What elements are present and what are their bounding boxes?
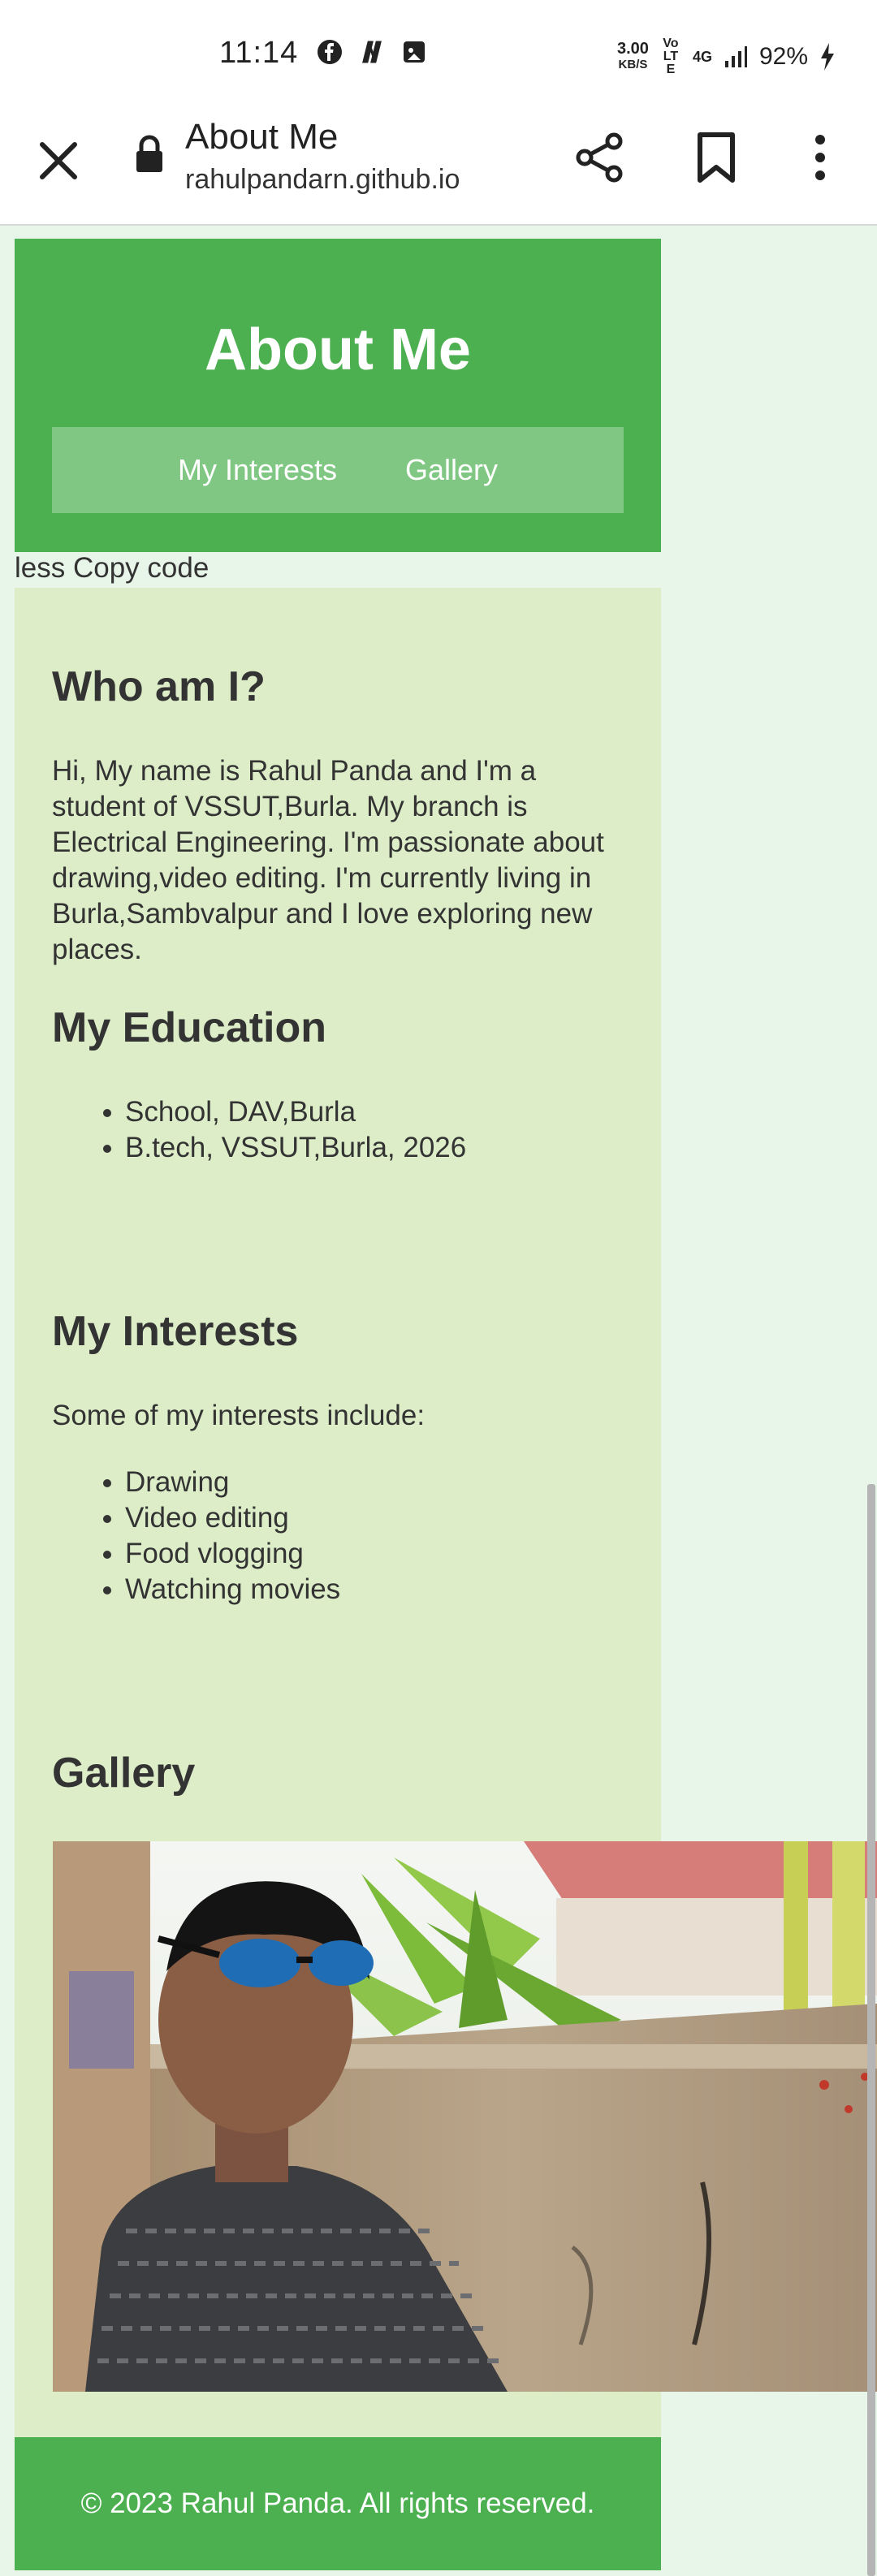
list-item: Drawing (125, 1465, 340, 1500)
nav-link-my-interests[interactable]: My Interests (178, 453, 337, 487)
gallery-heading: Gallery (52, 1750, 196, 1797)
volte-indicator: Vo LTE (663, 37, 679, 76)
lock-icon (136, 135, 162, 172)
speed-value: 3.00 (617, 40, 649, 58)
list-item: Food vlogging (125, 1536, 340, 1572)
system-icons: 3.00 KB/S Vo LTE 4G 92% (617, 37, 836, 76)
who-am-i-heading: Who am I? (52, 663, 266, 710)
list-item: School, DAV,Burla (125, 1094, 466, 1130)
charging-bolt-icon (821, 43, 834, 71)
who-am-i-text: Hi, My name is Rahul Panda and I'm a stu… (52, 755, 604, 965)
more-options-icon[interactable] (804, 130, 836, 185)
status-bar: 11:14 3.00 KB/S Vo LTE 4G 92% (0, 0, 877, 110)
list-item: B.tech, VSSUT,Burla, 2026 (125, 1130, 466, 1166)
notification-icons (317, 39, 427, 65)
status-time: 11:14 (219, 36, 299, 70)
close-icon[interactable] (32, 135, 84, 187)
nav-link-gallery[interactable]: Gallery (405, 453, 498, 487)
battery-level: 92% (758, 43, 808, 70)
browser-toolbar: About Me rahulpandarn.github.io (0, 110, 877, 226)
education-heading: My Education (52, 1004, 327, 1051)
gallery-photo (53, 1841, 877, 2392)
signal-icon (724, 46, 747, 67)
n-app-icon (362, 41, 382, 63)
page-footer: © 2023 Rahul Panda. All rights reserved. (15, 2437, 661, 2570)
speed-unit: KB/S (618, 58, 648, 71)
share-icon[interactable] (572, 130, 627, 185)
page-title: About Me (205, 317, 471, 382)
list-item: Watching movies (125, 1572, 340, 1607)
interests-intro: Some of my interests include: (52, 1400, 426, 1431)
browser-page-title: About Me (185, 117, 339, 157)
page-header: About Me My Interests Gallery (15, 239, 661, 552)
facebook-icon (318, 40, 342, 64)
list-item: Video editing (125, 1500, 340, 1536)
interests-list: Drawing Video editing Food vlogging Watc… (52, 1465, 340, 1607)
scrollbar[interactable] (867, 1484, 875, 2576)
stray-code-text: less Copy code (15, 552, 210, 584)
site-nav: My Interests Gallery (52, 427, 624, 513)
gallery-app-icon (404, 41, 425, 63)
interests-heading: My Interests (52, 1308, 299, 1355)
footer-copyright: © 2023 Rahul Panda. All rights reserved. (80, 2488, 595, 2519)
bookmark-icon[interactable] (692, 130, 741, 185)
browser-url[interactable]: rahulpandarn.github.io (185, 164, 460, 196)
network-type: 4G (692, 48, 712, 65)
education-list: School, DAV,Burla B.tech, VSSUT,Burla, 2… (52, 1094, 466, 1166)
network-speed: 3.00 KB/S (617, 41, 649, 73)
